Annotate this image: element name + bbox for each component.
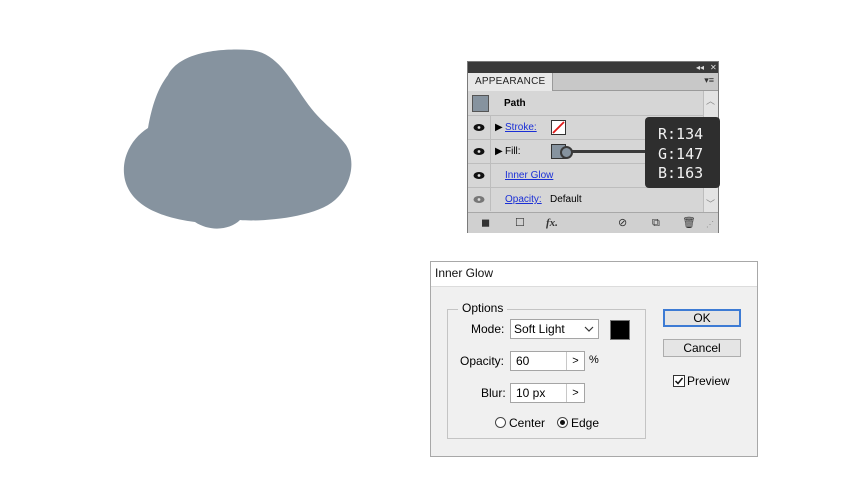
glow-color-swatch[interactable] — [610, 320, 630, 340]
inner-glow-link[interactable]: Inner Glow — [505, 164, 553, 187]
eye-icon — [473, 124, 485, 131]
thumbnail-cell — [468, 92, 490, 115]
opacity-row[interactable]: Opacity: Default — [468, 188, 704, 211]
visibility-toggle[interactable] — [468, 140, 491, 163]
resize-grip-icon[interactable]: ⋰ — [706, 219, 714, 231]
object-label: Path — [504, 98, 526, 109]
dialog-title: Inner Glow — [435, 266, 494, 280]
stroke-link[interactable]: Stroke: — [505, 116, 537, 139]
opacity-link[interactable]: Opacity: — [505, 188, 542, 211]
center-radio[interactable] — [495, 417, 506, 428]
fill-label: Fill: — [505, 146, 521, 157]
mode-select-value: Soft Light — [514, 322, 565, 336]
preview-label: Preview — [687, 374, 730, 388]
path-thumbnail — [472, 95, 489, 112]
center-label: Center — [509, 416, 546, 430]
visibility-toggle[interactable] — [468, 164, 491, 187]
blur-label: Blur: — [481, 386, 506, 400]
fx-icon[interactable]: fx. — [546, 217, 558, 229]
edge-radio[interactable] — [557, 417, 568, 428]
appearance-tab[interactable]: APPEARANCE — [468, 73, 554, 91]
opacity-label: Opacity: — [460, 354, 505, 368]
eyedropper-leader-line — [565, 150, 645, 153]
blue-value: B:163 — [658, 164, 704, 182]
preview-checkbox[interactable] — [673, 375, 685, 387]
opacity-value: Default — [550, 194, 582, 205]
mode-label: Mode: — [471, 322, 505, 336]
inner-glow-dialog: Inner Glow Options Mode: Soft Light Opac… — [430, 261, 758, 457]
trash-icon[interactable]: 🗑 — [682, 217, 696, 229]
eye-icon — [473, 172, 485, 179]
scroll-up-icon[interactable]: ︿ — [706, 94, 715, 107]
cancel-button[interactable]: Cancel — [663, 339, 741, 357]
opacity-input[interactable]: 60 > — [510, 351, 585, 371]
add-new-stroke-icon[interactable]: ◼ — [481, 217, 490, 229]
mode-select[interactable]: Soft Light — [510, 319, 599, 339]
edge-label: Edge — [571, 416, 600, 430]
options-legend: Options — [458, 301, 508, 315]
collapse-panel-icon[interactable]: ◂◂ — [696, 62, 704, 73]
opacity-input-value: 60 — [516, 354, 530, 368]
panel-titlebar: ◂◂ ✕ — [468, 62, 718, 73]
none-stroke-icon[interactable] — [551, 120, 566, 135]
blur-input[interactable]: 10 px > — [510, 383, 585, 403]
panel-menu-icon[interactable]: ▾≡ — [704, 75, 714, 86]
blur-input-value: 10 px — [516, 386, 546, 400]
panel-tab-row: APPEARANCE ▾≡ — [468, 73, 718, 91]
path-row[interactable]: Path — [468, 92, 704, 116]
checkmark-icon — [674, 377, 684, 385]
opacity-unit: % — [589, 354, 599, 366]
visibility-toggle[interactable] — [468, 116, 491, 139]
green-value: G:147 — [658, 144, 704, 163]
duplicate-icon[interactable]: ⧉ — [652, 217, 660, 229]
eye-icon — [473, 196, 485, 203]
blue-gray-path-shape[interactable] — [110, 40, 370, 240]
visibility-toggle[interactable] — [468, 188, 491, 211]
scroll-down-icon[interactable]: ﹀ — [706, 197, 715, 210]
eye-icon — [473, 148, 485, 155]
chevron-down-icon — [584, 326, 594, 332]
disclosure-triangle-icon[interactable]: ▶ — [495, 146, 503, 157]
disclosure-triangle-icon[interactable]: ▶ — [495, 122, 503, 133]
clear-icon[interactable]: ⊘ — [618, 217, 627, 229]
rgb-value-tooltip: R:134 G:147 B:163 — [645, 117, 720, 188]
red-value: R:134 — [658, 125, 704, 143]
step-right-icon[interactable]: > — [566, 352, 584, 370]
close-panel-icon[interactable]: ✕ — [710, 62, 717, 73]
ok-button[interactable]: OK — [663, 309, 741, 327]
panel-bottom-toolbar: ◼ ☐ fx. ⊘ ⧉ 🗑 ⋰ — [468, 212, 718, 233]
add-new-fill-icon[interactable]: ☐ — [515, 217, 525, 229]
step-right-icon[interactable]: > — [566, 384, 584, 402]
eyedropper-cursor-icon — [560, 146, 573, 159]
